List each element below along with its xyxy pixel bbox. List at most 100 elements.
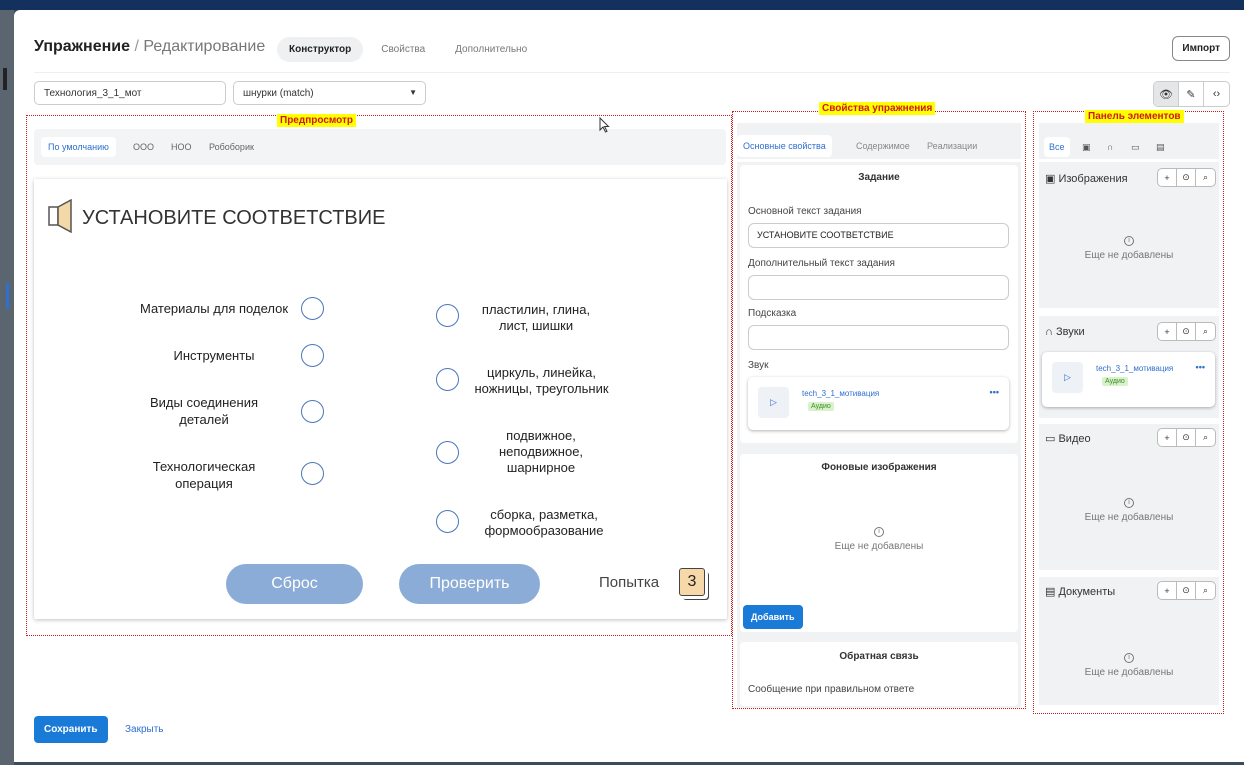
preview-tab-default[interactable]: По умолчанию — [41, 137, 116, 157]
plus-icon[interactable]: + — [1158, 323, 1177, 340]
tab-main-properties[interactable]: Основные свойства — [737, 135, 832, 157]
left-connector-1[interactable] — [301, 297, 324, 320]
tab-constructor[interactable]: Конструктор — [277, 37, 364, 62]
header-divider — [34, 72, 1230, 73]
sounds-header: ∩ Звуки — [1045, 326, 1085, 338]
info-icon: i — [874, 527, 884, 537]
left-connector-3[interactable] — [301, 400, 324, 423]
right-item-1: пластилин, глина, лист, шишки — [481, 302, 591, 333]
tab-properties[interactable]: Свойства — [369, 37, 437, 62]
feedback-section-title: Обратная связь — [839, 651, 919, 662]
video-icon: ▭ — [1045, 433, 1056, 445]
search-icon[interactable]: ⌕ — [1196, 582, 1215, 599]
left-item-4: Технологическая операция — [152, 459, 256, 491]
right-item-2: циркуль, линейка, ножницы, треугольник — [474, 365, 609, 396]
search-icon[interactable]: ⌕ — [1196, 169, 1215, 186]
elements-tab-all[interactable]: Все — [1044, 137, 1070, 157]
target-icon[interactable]: ⊙ — [1177, 582, 1196, 599]
image-icon: ▣ — [1045, 173, 1056, 185]
document-icon[interactable]: ▤ — [1151, 137, 1170, 158]
plus-icon[interactable]: + — [1158, 429, 1177, 446]
search-icon[interactable]: ⌕ — [1196, 429, 1215, 446]
tab-content[interactable]: Содержимое — [850, 135, 916, 157]
sounds-actions: + ⊙ ⌕ — [1157, 322, 1216, 341]
right-connector-4[interactable] — [436, 510, 459, 533]
play-icon[interactable]: ▷ — [1052, 362, 1083, 393]
exercise-type-select[interactable]: шнурки (match) ▼ — [233, 81, 426, 105]
attempt-counter: 3 — [679, 568, 705, 596]
left-item-2: Инструменты — [173, 348, 255, 363]
view-mode-group: 👁 ✎ ‹› — [1153, 81, 1230, 107]
reset-button[interactable]: Сброс — [226, 564, 363, 604]
headphones-icon[interactable]: ∩ — [1102, 137, 1118, 157]
left-connector-4[interactable] — [301, 462, 324, 485]
page-title: Упражнение / Редактирование — [34, 38, 266, 55]
hint-label: Подсказка — [748, 308, 797, 319]
elements-annotation: Панель элементов — [1085, 110, 1184, 123]
properties-annotation: Свойства упражнения — [819, 102, 936, 115]
right-connector-2[interactable] — [436, 368, 459, 391]
video-header: ▭ Видео — [1045, 433, 1091, 445]
preview-tab-ooo[interactable]: ООО — [126, 137, 161, 157]
element-sound-card[interactable]: ▷ tech_3_1_мотивация Аудио ••• — [1042, 352, 1215, 407]
sound-card[interactable]: ▷ tech_3_1_мотивация Аудио ••• — [748, 377, 1009, 430]
header-tabs: Конструктор Свойства Дополнительно — [277, 37, 539, 62]
image-icon[interactable]: ▣ — [1077, 137, 1096, 158]
close-link[interactable]: Закрыть — [125, 724, 164, 735]
documents-actions: + ⊙ ⌕ — [1157, 581, 1216, 600]
task-section-title: Задание — [858, 172, 900, 183]
code-icon[interactable]: ‹› — [1204, 82, 1229, 106]
attempt-label: Попытка — [599, 574, 660, 591]
task-title: УСТАНОВИТЕ СООТВЕТСТВИЕ — [82, 207, 386, 229]
info-icon: i — [1124, 653, 1134, 663]
import-button[interactable]: Импорт — [1172, 36, 1230, 61]
target-icon[interactable]: ⊙ — [1177, 429, 1196, 446]
add-background-button[interactable]: Добавить — [743, 605, 803, 629]
tab-additional[interactable]: Дополнительно — [443, 37, 539, 62]
target-icon[interactable]: ⊙ — [1177, 169, 1196, 186]
documents-empty: i Еще не добавлены — [1084, 653, 1174, 678]
left-item-3: Виды соединения деталей — [149, 395, 259, 427]
left-item-1: Материалы для поделок — [139, 301, 289, 316]
right-connector-1[interactable] — [436, 304, 459, 327]
preview-tab-noo[interactable]: НОО — [164, 137, 199, 157]
search-icon[interactable]: ⌕ — [1196, 323, 1215, 340]
video-empty: i Еще не добавлены — [1084, 498, 1174, 523]
images-actions: + ⊙ ⌕ — [1157, 168, 1216, 187]
plus-icon[interactable]: + — [1158, 169, 1177, 186]
check-button[interactable]: Проверить — [399, 564, 540, 604]
documents-header: ▤ Документы — [1045, 586, 1116, 598]
eye-icon[interactable]: 👁 — [1154, 82, 1179, 106]
images-empty: i Еще не добавлены — [1084, 236, 1174, 261]
more-icon[interactable]: ••• — [1196, 362, 1205, 372]
mouse-cursor-icon — [599, 117, 610, 133]
sound-type-badge: Аудио — [808, 402, 834, 411]
exercise-name-input[interactable]: Технология_3_1_мот — [34, 81, 226, 105]
speaker-icon[interactable] — [48, 199, 74, 233]
more-icon[interactable]: ••• — [990, 387, 999, 397]
preview-tabs: По умолчанию ООО НОО Робоборик — [34, 129, 726, 165]
headphones-icon: ∩ — [1045, 326, 1053, 338]
target-icon[interactable]: ⊙ — [1177, 323, 1196, 340]
video-icon[interactable]: ▭ — [1126, 137, 1145, 158]
info-icon: i — [1124, 498, 1134, 508]
preview-tab-robobook[interactable]: Робоборик — [202, 137, 261, 157]
hint-input[interactable] — [748, 325, 1009, 350]
extra-text-label: Дополнительный текст задания — [748, 258, 895, 269]
extra-text-input[interactable] — [748, 275, 1009, 300]
left-window-strip — [0, 10, 14, 765]
editor-window: Упражнение / Редактирование Конструктор … — [14, 10, 1244, 762]
tab-implementations[interactable]: Реализации — [921, 135, 983, 157]
sound-file-name: tech_3_1_мотивация — [1096, 364, 1174, 373]
save-button[interactable]: Сохранить — [34, 716, 108, 743]
plus-icon[interactable]: + — [1158, 582, 1177, 599]
right-connector-3[interactable] — [436, 441, 459, 464]
main-text-input[interactable]: УСТАНОВИТЕ СООТВЕТСТВИЕ — [748, 223, 1009, 248]
preview-annotation: Предпросмотр — [277, 114, 357, 127]
sound-file-name: tech_3_1_мотивация — [802, 389, 880, 398]
left-connector-2[interactable] — [301, 344, 324, 367]
sound-label: Звук — [748, 360, 769, 371]
right-item-3: подвижное, неподвижное, шарнирное — [498, 428, 584, 475]
edit-icon[interactable]: ✎ — [1179, 82, 1204, 106]
play-icon[interactable]: ▷ — [758, 387, 789, 418]
